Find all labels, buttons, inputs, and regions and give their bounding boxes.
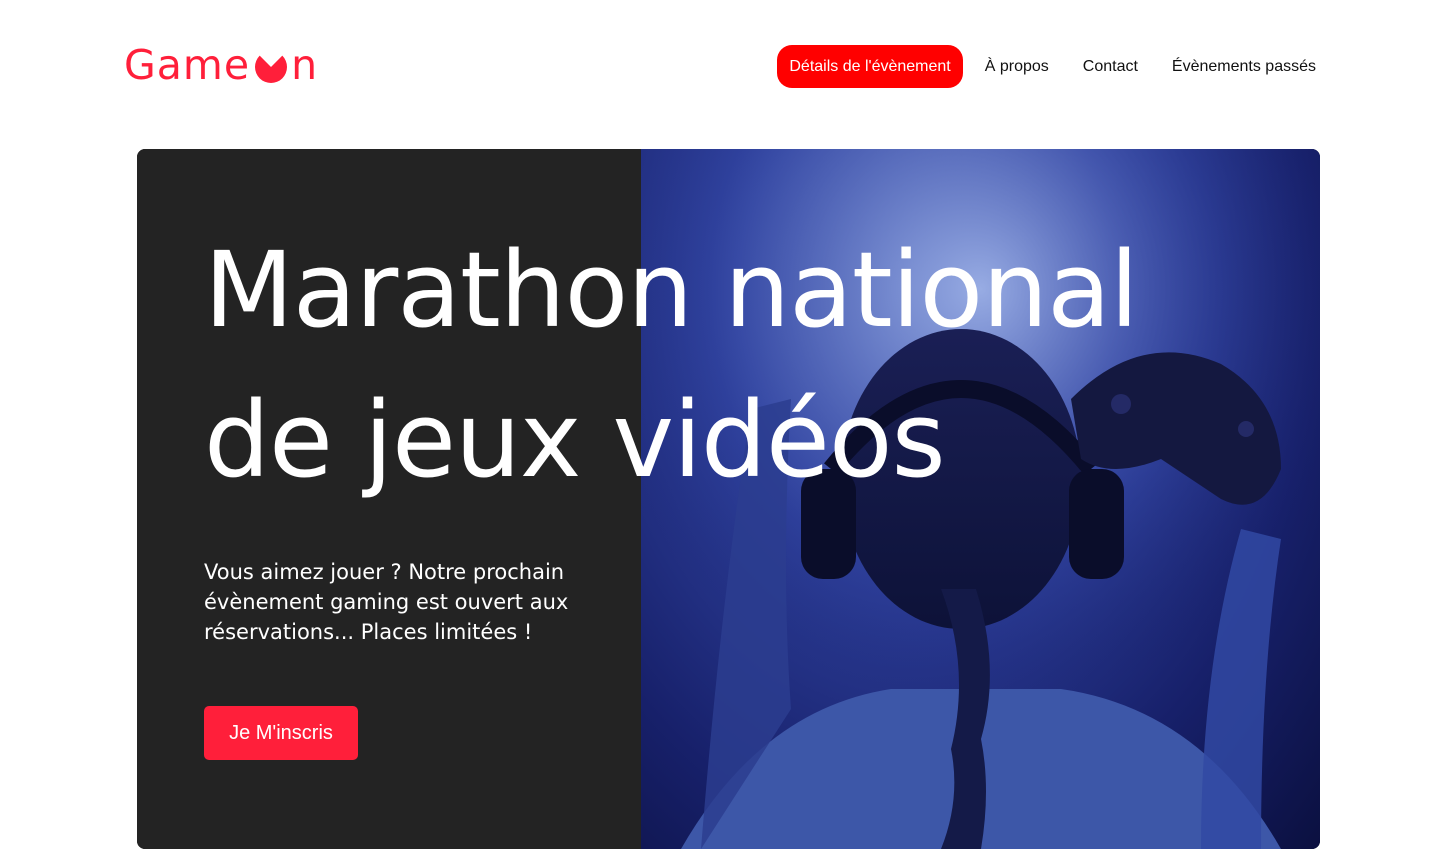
hero-title: Marathon national de jeux vidéos	[204, 215, 1254, 515]
main-nav: Détails de l'évènement À propos Contact …	[777, 45, 1328, 88]
nav-link-about[interactable]: À propos	[973, 45, 1061, 88]
logo-text-game: Game	[124, 41, 251, 89]
nav-link-past-events[interactable]: Évènements passés	[1160, 45, 1328, 88]
nav-link-event-details[interactable]: Détails de l'évènement	[777, 45, 963, 88]
hero-section: Marathon national de jeux vidéos Vous ai…	[137, 149, 1320, 849]
signup-button[interactable]: Je M'inscris	[204, 706, 358, 760]
gameon-logo[interactable]: Game n	[124, 40, 318, 90]
pacman-icon	[255, 55, 288, 83]
nav-link-contact[interactable]: Contact	[1071, 45, 1150, 88]
logo-text-n: n	[291, 41, 319, 89]
hero-title-line-2: de jeux vidéos	[204, 379, 946, 501]
site-header: Game n Détails de l'évènement À propos C…	[0, 0, 1448, 130]
hero-title-line-1: Marathon national	[204, 229, 1139, 351]
hero-description: Vous aimez jouer ? Notre prochain évènem…	[204, 560, 569, 644]
